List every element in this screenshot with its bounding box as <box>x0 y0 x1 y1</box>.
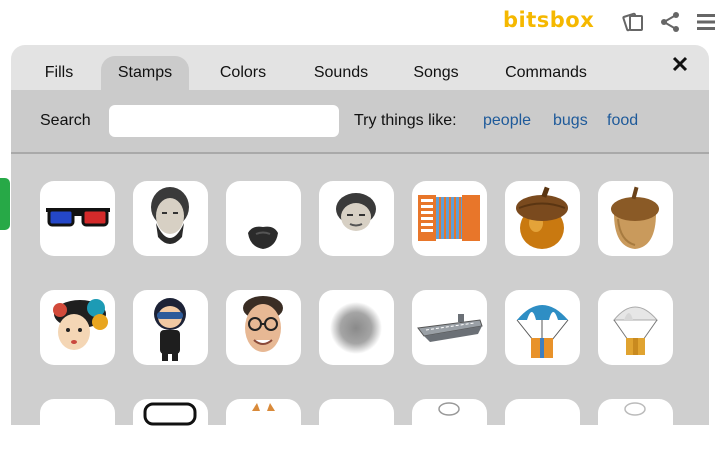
category-tabs: Fills Stamps Colors Sounds Songs Command… <box>11 45 709 91</box>
stamp-3d-glasses[interactable] <box>40 181 115 256</box>
stamp-lincoln-head[interactable] <box>319 181 394 256</box>
tab-sounds[interactable]: Sounds <box>302 56 380 90</box>
stamp-aircraft-carrier[interactable] <box>412 290 487 365</box>
stamp-partial[interactable] <box>319 399 394 474</box>
assets-panel: Fills Stamps Colors Sounds Songs Command… <box>11 45 709 474</box>
stamp-parachute-gift[interactable] <box>505 290 580 365</box>
parachute-box-icon <box>612 306 659 355</box>
tab-colors[interactable]: Colors <box>209 56 277 90</box>
woman-flower-hair-icon <box>53 299 108 350</box>
suggestion-food-link[interactable]: food <box>607 112 638 130</box>
pilot-boy-icon <box>154 298 186 361</box>
lincoln-head-icon <box>336 193 376 231</box>
stamp-partial[interactable] <box>505 399 580 474</box>
search-bar: Search Try things like: people bugs food <box>11 90 709 152</box>
stamp-partial[interactable] <box>598 399 673 474</box>
side-drawer-tab[interactable] <box>0 178 10 230</box>
lincoln-portrait-icon <box>151 187 189 244</box>
acorn-glossy-icon <box>516 186 568 249</box>
close-icon[interactable] <box>671 55 689 73</box>
menu-icon[interactable] <box>694 10 718 34</box>
stamp-blur[interactable] <box>319 290 394 365</box>
stamp-partial[interactable] <box>40 399 115 474</box>
stamp-man-glasses[interactable] <box>226 290 301 365</box>
tab-commands[interactable]: Commands <box>496 56 596 90</box>
stamp-beard[interactable] <box>226 181 301 256</box>
stamp-parachute-box[interactable] <box>598 290 673 365</box>
blur-circle-icon <box>330 302 382 354</box>
stamp-acorn[interactable] <box>598 181 673 256</box>
stamp-grid <box>11 154 709 474</box>
stamp-pilot-boy[interactable] <box>133 290 208 365</box>
search-label: Search <box>40 112 91 129</box>
stamp-partial[interactable] <box>133 399 208 474</box>
suggestion-people-link[interactable]: people <box>483 112 531 130</box>
try-things-label: Try things like: <box>354 112 457 129</box>
outline-icon <box>438 402 460 416</box>
stamp-acorn-glossy[interactable] <box>505 181 580 256</box>
3d-glasses-icon <box>46 208 110 227</box>
search-input[interactable] <box>109 105 339 137</box>
stamp-partial[interactable] <box>412 399 487 474</box>
aircraft-carrier-icon <box>417 314 483 342</box>
stamp-accordion[interactable] <box>412 181 487 256</box>
suggestion-bugs-link[interactable]: bugs <box>553 112 588 130</box>
tab-songs[interactable]: Songs <box>403 56 469 90</box>
accordion-icon <box>418 195 480 241</box>
tab-stamps[interactable]: Stamps <box>101 56 189 90</box>
parachute-gift-icon <box>516 305 569 358</box>
beard-icon <box>248 226 278 249</box>
rounded-frame-icon <box>143 402 197 426</box>
stamp-partial[interactable] <box>226 399 301 474</box>
acorn-icon <box>611 186 659 249</box>
stamp-woman-flower-hair[interactable] <box>40 290 115 365</box>
share-icon[interactable] <box>658 10 682 34</box>
cat-ears-icon <box>252 403 275 411</box>
bitsbox-logo[interactable]: bitsbox <box>503 8 594 32</box>
edit-cards-icon[interactable] <box>622 10 646 34</box>
stamp-lincoln[interactable] <box>133 181 208 256</box>
tab-fills[interactable]: Fills <box>29 56 89 90</box>
outline-icon <box>624 402 646 416</box>
man-glasses-face-icon <box>243 296 283 352</box>
